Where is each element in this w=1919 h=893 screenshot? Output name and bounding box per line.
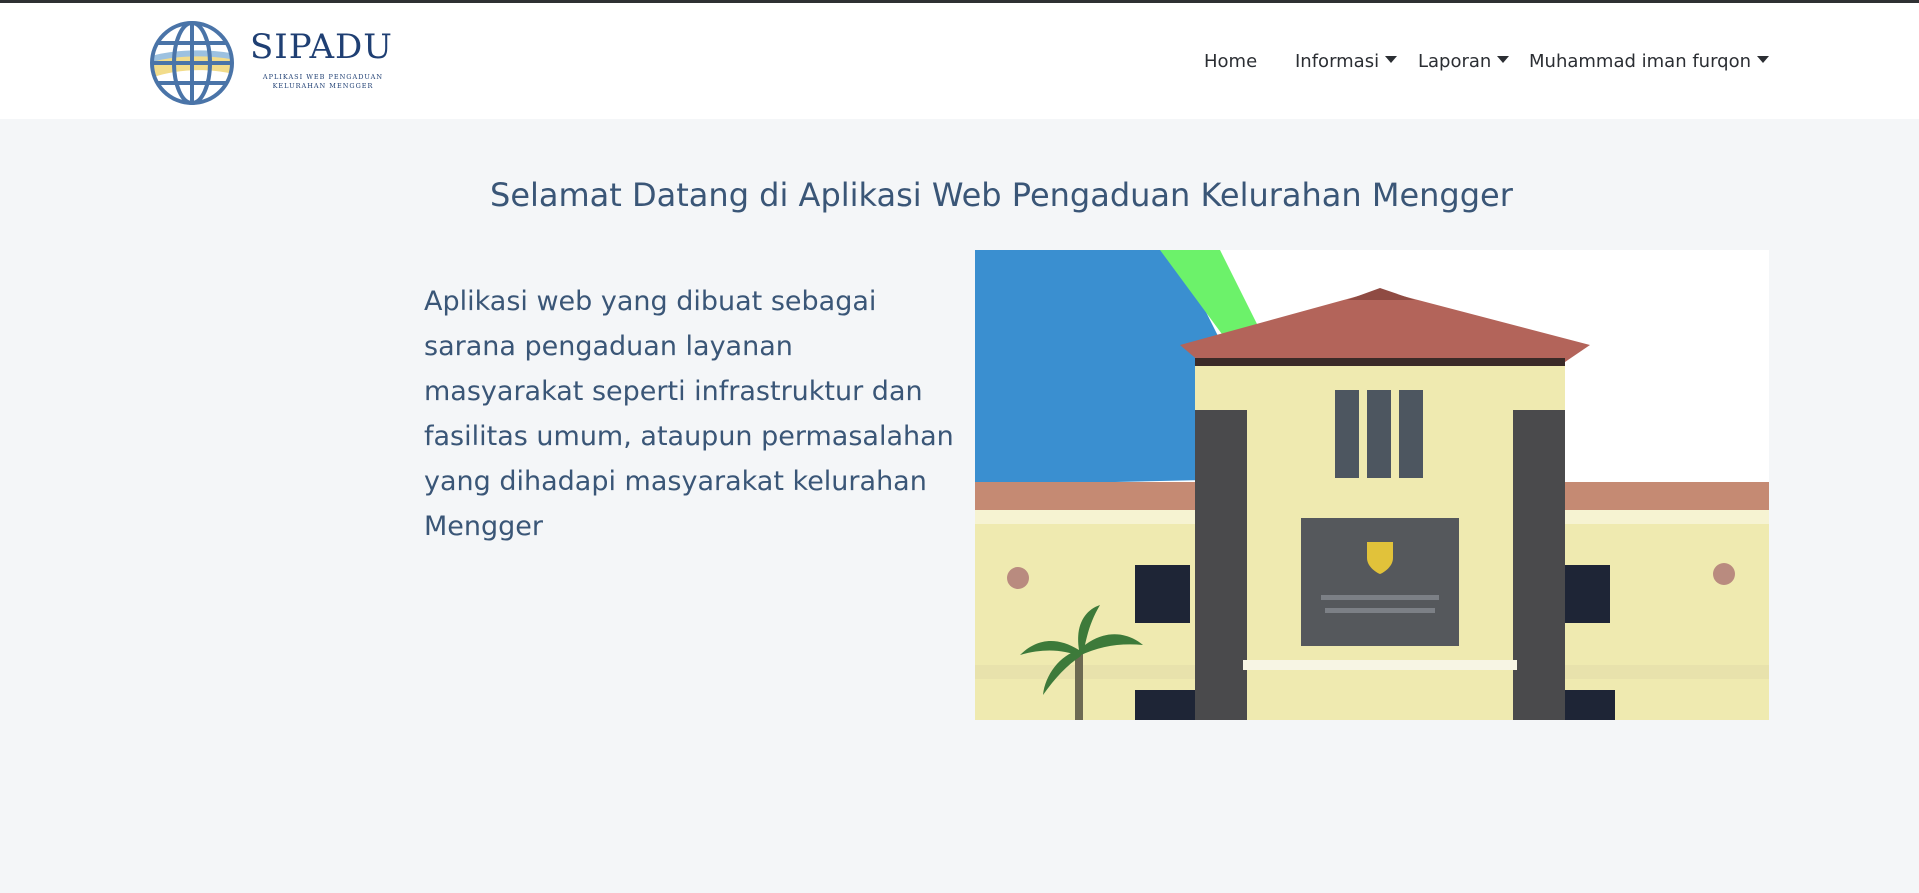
nav-laporan-dropdown[interactable]: Laporan <box>1418 51 1510 75</box>
nav-informasi-dropdown[interactable]: Informasi <box>1295 51 1398 75</box>
chevron-down-icon <box>1757 56 1769 63</box>
brand-title: SIPADU <box>250 27 393 67</box>
nav-laporan-label: Laporan <box>1418 51 1492 72</box>
page-title: Selamat Datang di Aplikasi Web Pengaduan… <box>490 176 1513 214</box>
navbar: SIPADU APLIKASI WEB PENGADUAN KELURAHAN … <box>0 3 1919 119</box>
nav-user-dropdown[interactable]: Muhammad iman furqon <box>1529 51 1769 75</box>
nav-home[interactable]: Home <box>1204 51 1257 75</box>
intro-text: Aplikasi web yang dibuat sebagai sarana … <box>424 286 954 542</box>
hero-image <box>975 250 1769 720</box>
brand-logo-link[interactable]: SIPADU APLIKASI WEB PENGADUAN KELURAHAN … <box>148 19 398 107</box>
nav-home-label: Home <box>1204 51 1258 72</box>
nav-informasi-label: Informasi <box>1295 51 1380 72</box>
chevron-down-icon <box>1497 56 1510 63</box>
brand-subtitle: APLIKASI WEB PENGADUAN KELURAHAN MENGGER <box>262 73 384 90</box>
chevron-down-icon <box>1385 56 1398 63</box>
building-image <box>975 250 1769 720</box>
globe-logo-icon <box>150 21 234 105</box>
nav-user-label: Muhammad iman furqon <box>1529 51 1751 72</box>
